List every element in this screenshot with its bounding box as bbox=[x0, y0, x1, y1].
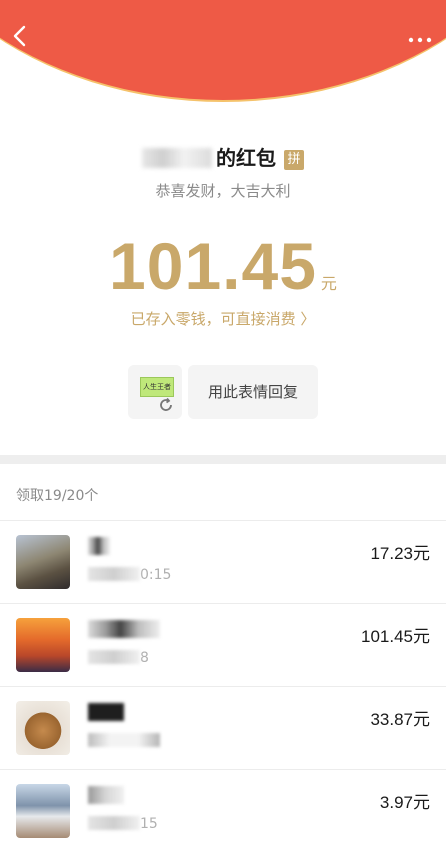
name-blurred bbox=[88, 703, 124, 721]
sender-suffix: 的红包 bbox=[216, 146, 276, 170]
claim-time: 15 bbox=[88, 816, 158, 832]
received-amount: 101.45 bbox=[109, 229, 317, 303]
sender-title: 的红包拼 bbox=[0, 142, 446, 171]
pin-badge: 拼 bbox=[284, 150, 304, 170]
wish-text: 恭喜发财，大吉大利 bbox=[155, 182, 291, 200]
section-divider bbox=[0, 455, 446, 464]
sender-name-blurred bbox=[142, 148, 212, 168]
name-blurred bbox=[88, 786, 124, 804]
avatar[interactable] bbox=[16, 535, 70, 589]
more-dots-icon bbox=[408, 37, 432, 43]
refresh-icon bbox=[160, 397, 172, 411]
amount-unit: 元 bbox=[320, 274, 337, 293]
list-item[interactable]: 33.87元 bbox=[0, 686, 446, 769]
claim-amount: 33.87元 bbox=[370, 710, 430, 729]
list-item[interactable]: 0:15 17.23元 bbox=[0, 520, 446, 603]
list-item[interactable]: 8 101.45元 bbox=[0, 603, 446, 686]
claimed-count: 领取19/20个 bbox=[16, 488, 99, 504]
header-arc bbox=[0, 0, 446, 102]
name-blurred bbox=[88, 620, 160, 638]
claim-amount: 101.45元 bbox=[361, 627, 430, 646]
claim-time bbox=[88, 733, 160, 749]
claim-time: 8 bbox=[88, 650, 149, 666]
sticker-button[interactable]: 人生王者 bbox=[128, 365, 182, 419]
claim-amount: 17.23元 bbox=[370, 544, 430, 563]
claim-time: 0:15 bbox=[88, 567, 171, 583]
amount-row: 101.45 元 bbox=[0, 228, 446, 304]
list-item[interactable]: 15 3.97元 bbox=[0, 769, 446, 852]
back-button[interactable] bbox=[10, 24, 30, 48]
claim-amount: 3.97元 bbox=[379, 793, 430, 812]
red-packet-header bbox=[0, 0, 446, 112]
avatar[interactable] bbox=[16, 618, 70, 672]
reply-with-sticker-button[interactable]: 用此表情回复 bbox=[188, 365, 318, 419]
avatar[interactable] bbox=[16, 784, 70, 838]
saved-to-change-link[interactable]: 已存入零钱，可直接消费 〉 bbox=[0, 308, 446, 329]
chevron-left-icon bbox=[13, 25, 26, 47]
avatar[interactable] bbox=[16, 701, 70, 755]
name-blurred bbox=[88, 537, 110, 555]
sticker-image: 人生王者 bbox=[140, 377, 174, 397]
more-button[interactable] bbox=[408, 30, 432, 43]
claim-list: 0:15 17.23元 8 101.45元 33.87元 15 3.97元 bbox=[0, 520, 446, 852]
